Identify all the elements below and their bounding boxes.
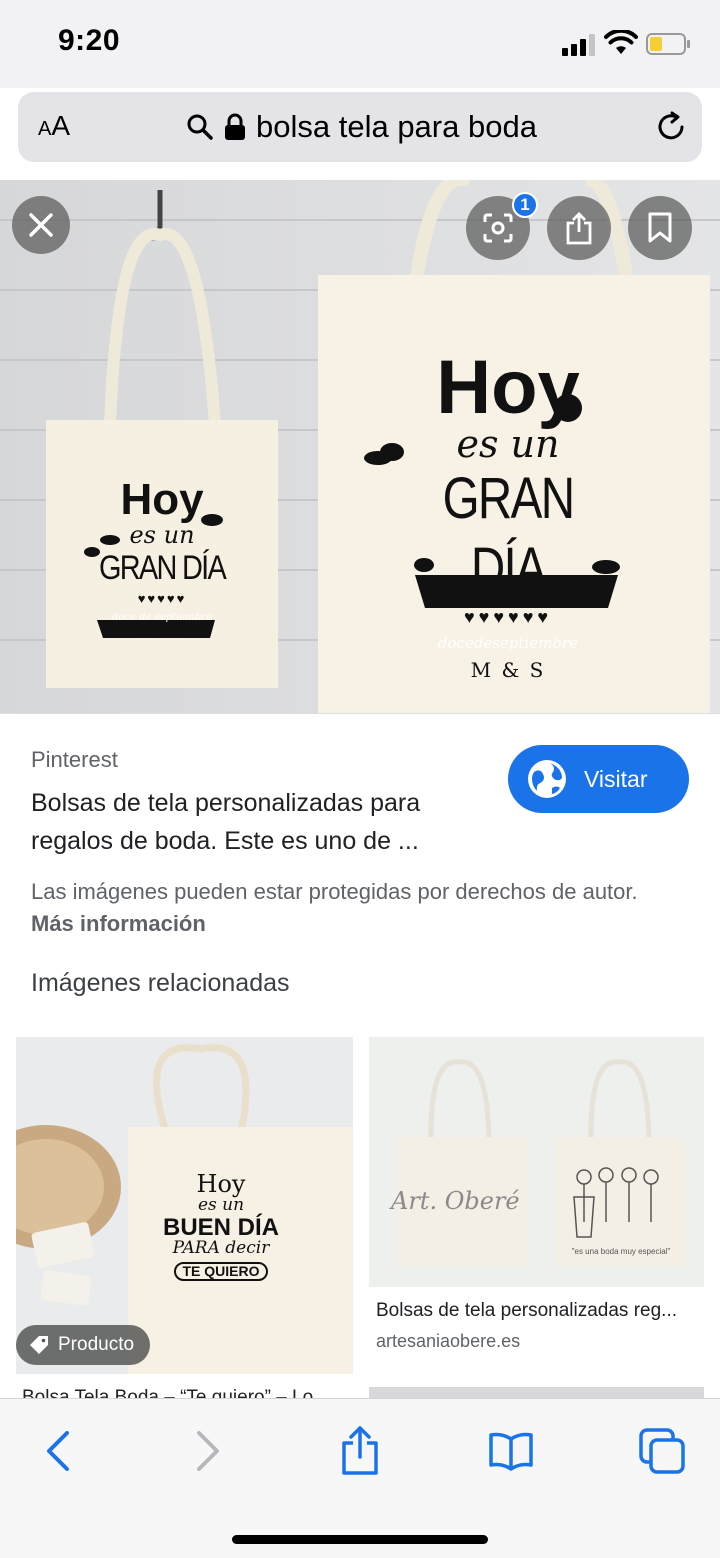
home-indicator xyxy=(232,1535,488,1544)
small-bag-es-un: es un xyxy=(129,521,195,549)
close-icon xyxy=(29,213,53,237)
lens-icon xyxy=(483,213,513,243)
close-button[interactable] xyxy=(12,196,70,254)
related-bag-line-1: Hoy xyxy=(196,1170,246,1198)
visit-button[interactable]: Visitar xyxy=(508,745,689,813)
large-bag-es-un: es un xyxy=(456,422,560,466)
related-bag-line-2: es un xyxy=(197,1195,245,1216)
browser-toolbar xyxy=(0,1398,720,1558)
tabs-button[interactable] xyxy=(638,1427,686,1475)
related-bag-line-3: BUEN DÍA xyxy=(162,1214,279,1242)
small-bag-gran-dia: GRAN DÍA xyxy=(98,549,227,587)
bag-caption: "es una boda muy especial" xyxy=(571,1247,671,1256)
result-title[interactable]: Bolsas de tela personalizadas para regal… xyxy=(31,784,491,860)
small-bag-print: Hoy es un GRAN DÍA ♥♥♥♥♥ doce de septiem… xyxy=(82,478,242,644)
chevron-left-icon xyxy=(47,1431,69,1471)
large-bag-initials: M & S xyxy=(470,658,546,682)
related-images-heading: Imágenes relacionadas xyxy=(31,969,290,997)
url-text: bolsa tela para boda xyxy=(256,109,537,144)
lens-count-badge: 1 xyxy=(512,192,538,218)
visit-label: Visitar xyxy=(584,765,648,792)
book-icon xyxy=(489,1432,533,1471)
product-badge-label: Producto xyxy=(58,1334,135,1355)
lock-icon xyxy=(225,113,245,140)
share-button[interactable] xyxy=(336,1426,384,1475)
tabs-icon xyxy=(639,1428,685,1474)
more-info-link[interactable]: Más información xyxy=(31,911,206,936)
image-preview[interactable]: Hoy es un GRAN DÍA ♥♥♥♥♥ doce de septiem… xyxy=(0,180,720,714)
related-image-2[interactable]: Art. Oberé "es una boda muy especial" xyxy=(369,1037,704,1287)
result-source: Pinterest xyxy=(31,747,118,772)
reload-icon[interactable] xyxy=(654,110,688,144)
watermark: Art. Oberé xyxy=(391,1187,520,1215)
forward-button[interactable] xyxy=(184,1427,232,1475)
share-icon xyxy=(566,212,592,245)
related-bag-print-1: Hoy es un BUEN DÍA PARA decir TE QUIERO xyxy=(156,1170,286,1281)
large-bag-print: Hoy es un GRAN DÍA ♥♥♥♥♥♥ docedeseptiemb… xyxy=(388,345,628,684)
chevron-right-icon xyxy=(197,1431,219,1471)
text-size-button[interactable]: AA xyxy=(38,110,70,142)
related-bag-line-4: PARA decir xyxy=(172,1238,270,1259)
back-button[interactable] xyxy=(34,1427,82,1475)
url-field[interactable]: bolsa tela para boda xyxy=(186,106,537,148)
related-image-1[interactable]: Hoy es un BUEN DÍA PARA decir TE QUIERO xyxy=(16,1037,353,1374)
related-bag-line-5: TE QUIERO xyxy=(174,1262,268,1281)
share-image-button[interactable] xyxy=(547,196,611,260)
address-bar[interactable]: AA bolsa tela para boda xyxy=(18,92,702,162)
status-time: 9:20 xyxy=(58,24,121,57)
battery-low-power-icon xyxy=(646,33,690,55)
small-bag-ribbon: doce de septiembre xyxy=(112,612,212,623)
cellular-signal-icon xyxy=(562,34,598,56)
large-bag-ribbon: docedeseptiembre xyxy=(437,634,579,652)
small-bag-initials: M & S xyxy=(140,627,184,642)
save-image-button[interactable] xyxy=(628,196,692,260)
share-icon xyxy=(342,1426,378,1475)
related-domain-2: artesaniaobere.es xyxy=(376,1331,521,1351)
status-bar: 9:20 xyxy=(0,0,720,88)
related-title-2[interactable]: Bolsas de tela personalizadas reg... xyxy=(376,1300,696,1322)
tag-icon xyxy=(30,1336,48,1354)
bookmark-icon xyxy=(648,212,672,243)
product-badge: Producto xyxy=(16,1325,151,1365)
copyright-text: Las imágenes pueden estar protegidas por… xyxy=(31,879,638,904)
search-icon xyxy=(187,114,213,140)
bookmarks-button[interactable] xyxy=(487,1427,535,1475)
large-bag-gran-dia: GRAN DÍA xyxy=(442,466,575,601)
globe-icon xyxy=(528,760,566,798)
small-bag-hoy: Hoy xyxy=(120,475,204,524)
wifi-icon xyxy=(604,30,638,54)
large-bag-hoy: Hoy xyxy=(436,345,580,430)
copyright-notice: Las imágenes pueden estar protegidas por… xyxy=(31,876,681,940)
